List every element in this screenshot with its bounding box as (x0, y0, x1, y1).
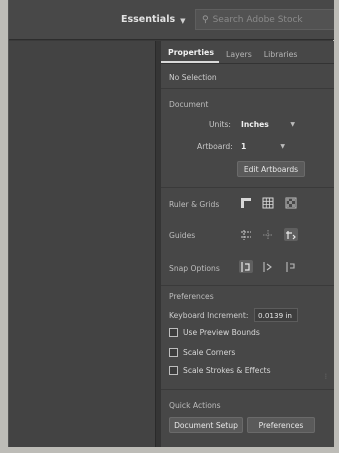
checkbox-label: Scale Corners (183, 348, 236, 357)
scale-corners-checkbox[interactable]: Scale Corners (169, 348, 235, 357)
document-section-label: Document (169, 100, 209, 109)
checkbox-label: Scale Strokes & Effects (183, 366, 271, 375)
search-icon: ⚲ (202, 14, 209, 25)
grid-icon[interactable] (261, 196, 275, 209)
chevron-down-icon: ▼ (290, 121, 295, 128)
preferences-button[interactable]: Preferences (247, 417, 315, 433)
tab-libraries[interactable]: Libraries (257, 47, 303, 63)
ruler-icon[interactable] (239, 196, 253, 209)
chevron-down-icon: ▼ (280, 143, 285, 150)
top-bar: Essentials ▼ ⚲ Search Adobe Stock (9, 0, 334, 40)
section-divider (161, 285, 334, 286)
quick-actions-label: Quick Actions (169, 401, 221, 410)
units-value: Inches (241, 120, 269, 129)
snap-to-point-icon[interactable] (239, 260, 253, 273)
guides-label: Guides (169, 231, 196, 240)
workspace-switcher[interactable]: Essentials ▼ (121, 14, 186, 25)
tab-layers[interactable]: Layers (219, 47, 257, 63)
guides-icon[interactable] (239, 228, 253, 241)
edit-artboards-button[interactable]: Edit Artboards (237, 161, 305, 177)
panel-gripper-icon: ⋮ (323, 373, 329, 380)
keyboard-increment-label: Keyboard Increment: (169, 311, 249, 320)
section-divider (161, 389, 334, 390)
snap-to-pixel-icon[interactable] (261, 260, 275, 273)
scale-strokes-effects-checkbox[interactable]: Scale Strokes & Effects (169, 366, 271, 375)
use-preview-bounds-checkbox[interactable]: Use Preview Bounds (169, 328, 260, 337)
workspace-label: Essentials (121, 14, 176, 25)
keyboard-increment-input[interactable]: 0.0139 in (254, 308, 298, 322)
document-setup-button[interactable]: Document Setup (169, 417, 243, 433)
units-label: Units: (209, 120, 231, 129)
section-divider (161, 88, 334, 89)
panel-tabs: Properties Layers Libraries (161, 45, 334, 63)
preferences-section-label: Preferences (169, 292, 214, 301)
artboard-label: Artboard: (197, 142, 233, 151)
checkbox-box (169, 348, 178, 357)
search-placeholder: Search Adobe Stock (212, 14, 303, 25)
checkbox-box (169, 366, 178, 375)
tab-divider (161, 63, 334, 64)
lock-guides-icon[interactable] (284, 228, 298, 241)
properties-panel: Properties Layers Libraries No Selection… (161, 41, 334, 447)
chevron-down-icon: ▼ (180, 16, 186, 25)
section-divider (161, 187, 334, 188)
transparency-grid-icon[interactable] (284, 196, 298, 209)
artboard-dropdown[interactable]: 1 ▼ (237, 140, 289, 153)
app-window: Essentials ▼ ⚲ Search Adobe Stock Proper… (8, 0, 334, 447)
smart-guides-icon[interactable] (261, 228, 275, 241)
snap-options-label: Snap Options (169, 264, 220, 273)
checkbox-box (169, 328, 178, 337)
tab-properties[interactable]: Properties (161, 45, 219, 63)
artboard-value: 1 (241, 142, 247, 151)
checkbox-label: Use Preview Bounds (183, 328, 260, 337)
units-dropdown[interactable]: Inches ▼ (237, 118, 299, 131)
snap-to-glyph-icon[interactable] (284, 260, 298, 273)
selection-status: No Selection (169, 73, 217, 82)
canvas-area[interactable] (9, 41, 155, 447)
stock-search-input[interactable]: ⚲ Search Adobe Stock (195, 9, 334, 30)
ruler-grids-label: Ruler & Grids (169, 200, 220, 209)
